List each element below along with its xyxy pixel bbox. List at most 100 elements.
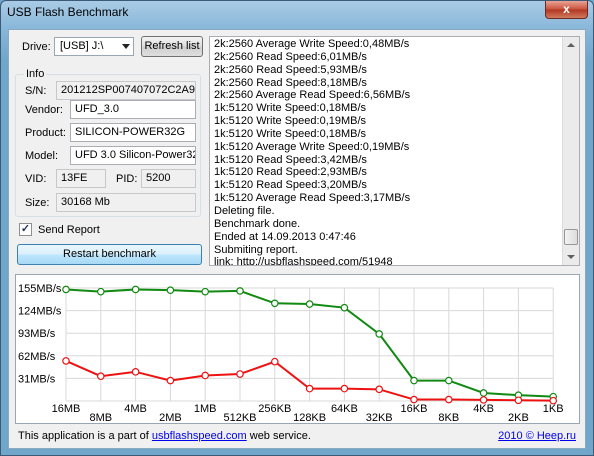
- chevron-down-icon: [567, 255, 575, 259]
- y-tick-label: 155MB/s: [18, 283, 62, 295]
- data-point-write: [97, 372, 105, 381]
- chevron-down-icon: [122, 44, 130, 49]
- log-line: Deleting file.: [214, 204, 275, 217]
- footer-suffix: web service.: [246, 430, 311, 442]
- vid-label: VID:: [25, 173, 47, 185]
- data-point-write: [375, 385, 384, 394]
- refresh-list-button[interactable]: Refresh list: [141, 36, 203, 57]
- speed-chart-svg: 155MB/s 124MB/s 93MB/s 62MB/s 31MB/s 16MB 8MB 4…: [18, 283, 564, 424]
- x-tick-label: 4MB: [124, 403, 147, 415]
- log-lines: 2k:2560 Average Write Speed:0,48MB/s 2k:2…: [214, 38, 559, 266]
- footer-text: This application is a part of usbflashsp…: [18, 430, 311, 442]
- data-point-read: [97, 287, 105, 296]
- info-group-title: Info: [24, 68, 47, 80]
- data-point-write: [201, 371, 210, 380]
- vendor-field[interactable]: UFD_3.0: [70, 100, 196, 119]
- log-line: 2k:2560 Average Read Speed:6,56MB/s: [214, 89, 411, 102]
- data-point-read: [340, 303, 349, 312]
- log-line: 1k:5120 Read Speed:2,93MB/s: [214, 166, 367, 179]
- data-point-write: [236, 370, 244, 378]
- data-point-read: [479, 389, 488, 397]
- log-line: 2k:2560 Read Speed:8,18MB/s: [214, 76, 367, 89]
- log-textbox[interactable]: 2k:2560 Average Write Speed:0,48MB/s 2k:2…: [209, 36, 580, 266]
- scroll-up-button[interactable]: [563, 37, 579, 54]
- restart-benchmark-button[interactable]: Restart benchmark: [17, 244, 202, 265]
- data-point-read: [166, 286, 175, 294]
- x-tick-label: 2MB: [159, 412, 182, 423]
- y-tick-label: 93MB/s: [18, 328, 56, 340]
- client-area: Drive: [USB] J:\ Refresh list Info S/N: …: [8, 29, 586, 449]
- window-title: USB Flash Benchmark: [7, 5, 129, 19]
- y-tick-label: 31MB/s: [18, 373, 56, 385]
- product-field[interactable]: SILICON-POWER32G: [70, 123, 196, 142]
- x-tick-label: 16KB: [401, 403, 428, 415]
- scroll-down-button[interactable]: [563, 248, 579, 265]
- footer-prefix: This application is a part of: [18, 430, 152, 442]
- model-label: Model:: [25, 150, 59, 162]
- x-tick-label: 1MB: [194, 403, 217, 415]
- x-tick-label: 512KB: [223, 412, 256, 423]
- log-line: 1k:5120 Average Write Speed:0,19MB/s: [214, 140, 410, 153]
- log-line: Benchmark done.: [214, 217, 301, 230]
- pid-field[interactable]: 5200: [141, 169, 196, 188]
- data-point-write: [270, 357, 279, 366]
- log-line: 1k:5120 Average Read Speed:3,17MB/s: [214, 192, 411, 205]
- usbflashspeed-link[interactable]: usbflashspeed.com: [152, 430, 247, 442]
- x-tick-label: 2KB: [508, 412, 529, 423]
- data-point-read: [201, 287, 210, 296]
- data-point-write: [166, 376, 175, 385]
- heep-link[interactable]: 2010 © Heep.ru: [498, 430, 576, 442]
- log-line: Ended at 14.09.2013 0:47:46: [214, 230, 356, 243]
- data-point-write: [514, 396, 523, 405]
- pid-label: PID:: [116, 173, 138, 185]
- app-window: USB Flash Benchmark x Drive: [USB] J:\ R…: [0, 0, 594, 456]
- y-tick-label: 62MB/s: [18, 351, 56, 363]
- vid-field[interactable]: 13FE: [56, 169, 106, 188]
- drive-select-value: [USB] J:\: [60, 40, 104, 52]
- scroll-thumb[interactable]: [564, 229, 578, 245]
- x-tick-label: 256KB: [258, 403, 291, 415]
- data-point-write: [444, 395, 453, 404]
- log-line: Submiting report.: [214, 243, 298, 256]
- x-tick-label: 16MB: [52, 403, 81, 415]
- log-line: 1k:5120 Write Speed:0,18MB/s: [214, 102, 367, 115]
- x-tick-label: 32KB: [366, 412, 393, 423]
- log-line: 1k:5120 Read Speed:3,42MB/s: [214, 153, 367, 166]
- x-tick-label: 128KB: [293, 412, 326, 423]
- vendor-label: Vendor:: [25, 104, 63, 116]
- data-point-write: [305, 384, 314, 393]
- x-tick-label: 64KB: [331, 403, 358, 415]
- title-bar[interactable]: USB Flash Benchmark x: [1, 1, 593, 25]
- product-label: Product:: [25, 127, 66, 139]
- model-field[interactable]: UFD 3.0 Silicon-Power32G: [70, 146, 196, 165]
- data-point-read: [270, 299, 279, 308]
- data-point-write: [131, 368, 140, 376]
- data-point-read: [410, 376, 418, 385]
- log-line: 1k:5120 Write Speed:0,19MB/s: [214, 115, 367, 128]
- log-line: 1k:5120 Read Speed:3,20MB/s: [214, 179, 367, 192]
- x-tick-label: 4KB: [473, 403, 494, 415]
- x-tick-label: 8MB: [89, 412, 112, 423]
- data-point-write: [62, 357, 70, 365]
- log-scrollbar[interactable]: [562, 37, 579, 265]
- data-point-read: [62, 285, 70, 294]
- size-field[interactable]: 30168 Mb: [56, 193, 196, 212]
- data-point-read: [131, 285, 140, 294]
- x-tick-label: 1KB: [543, 403, 564, 415]
- log-line: 2k:2560 Average Write Speed:0,48MB/s: [214, 38, 410, 50]
- close-button[interactable]: x: [545, 1, 588, 19]
- send-report-checkbox[interactable]: ✓: [19, 223, 32, 236]
- data-point-read: [444, 376, 453, 385]
- log-line: 1k:5120 Write Speed:0,18MB/s: [214, 127, 367, 140]
- sn-field[interactable]: 201212SP007407072C2A9448: [56, 81, 196, 100]
- data-point-read: [305, 300, 314, 308]
- log-line: 2k:2560 Read Speed:5,93MB/s: [214, 63, 367, 76]
- x-tick-label: 8KB: [438, 412, 459, 423]
- log-line: 2k:2560 Read Speed:6,01MB/s: [214, 50, 367, 63]
- data-point-write: [549, 396, 558, 405]
- data-point-read: [236, 287, 244, 295]
- chevron-up-icon: [567, 43, 575, 47]
- log-line: link: http://usbflashspeed.com/51948: [214, 256, 393, 266]
- size-label: Size:: [25, 197, 50, 209]
- drive-select[interactable]: [USB] J:\: [54, 37, 134, 56]
